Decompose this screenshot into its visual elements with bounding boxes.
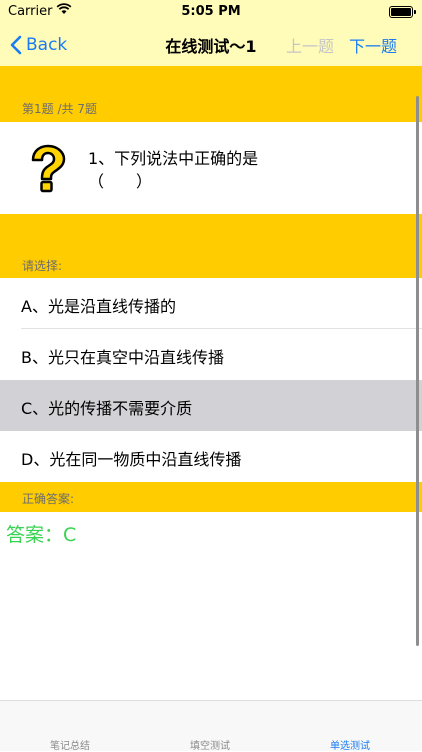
question-line-1: 1、下列说法中正确的是	[88, 149, 259, 168]
status-bar: Carrier 5:05 PM	[0, 0, 422, 26]
option-b[interactable]: B、光只在真空中沿直线传播	[0, 329, 422, 380]
option-c[interactable]: C、光的传播不需要介质	[0, 380, 422, 431]
option-a[interactable]: A、光是沿直线传播的	[0, 278, 422, 329]
battery-icon	[389, 6, 416, 18]
answer-header-label: 正确答案:	[22, 492, 75, 506]
question-mark-icon	[31, 144, 66, 193]
option-d[interactable]: D、光在同一物质中沿直线传播	[0, 431, 422, 482]
correct-answer: 答案：C	[6, 524, 77, 546]
question-text: 1、下列说法中正确的是 （ ）	[88, 147, 408, 193]
options-header-label: 请选择:	[22, 259, 63, 273]
options-header: 请选择:	[0, 214, 422, 278]
option-label: A、光是沿直线传播的	[21, 297, 176, 316]
clock: 5:05 PM	[181, 4, 241, 19]
scrollbar[interactable]	[416, 96, 419, 646]
previous-question-button[interactable]: 上一题	[286, 33, 334, 57]
question-row: 1、下列说法中正确的是 （ ）	[0, 122, 422, 214]
question-counter-header: 第1题 /共 7题	[0, 66, 422, 122]
answer-header: 正确答案:	[0, 482, 422, 512]
tab-bar: 笔记总结 填空测试 单选测试	[0, 700, 422, 752]
option-label: D、光在同一物质中沿直线传播	[21, 450, 242, 469]
option-label: C、光的传播不需要介质	[21, 399, 193, 418]
question-counter: 第1题 /共 7题	[22, 102, 97, 116]
option-label: B、光只在真空中沿直线传播	[21, 348, 224, 367]
next-question-button[interactable]: 下一题	[349, 33, 397, 57]
navigation-bar: Back 在线测试～1 上一题 下一题	[0, 26, 422, 66]
question-line-2: （ ）	[88, 172, 153, 191]
